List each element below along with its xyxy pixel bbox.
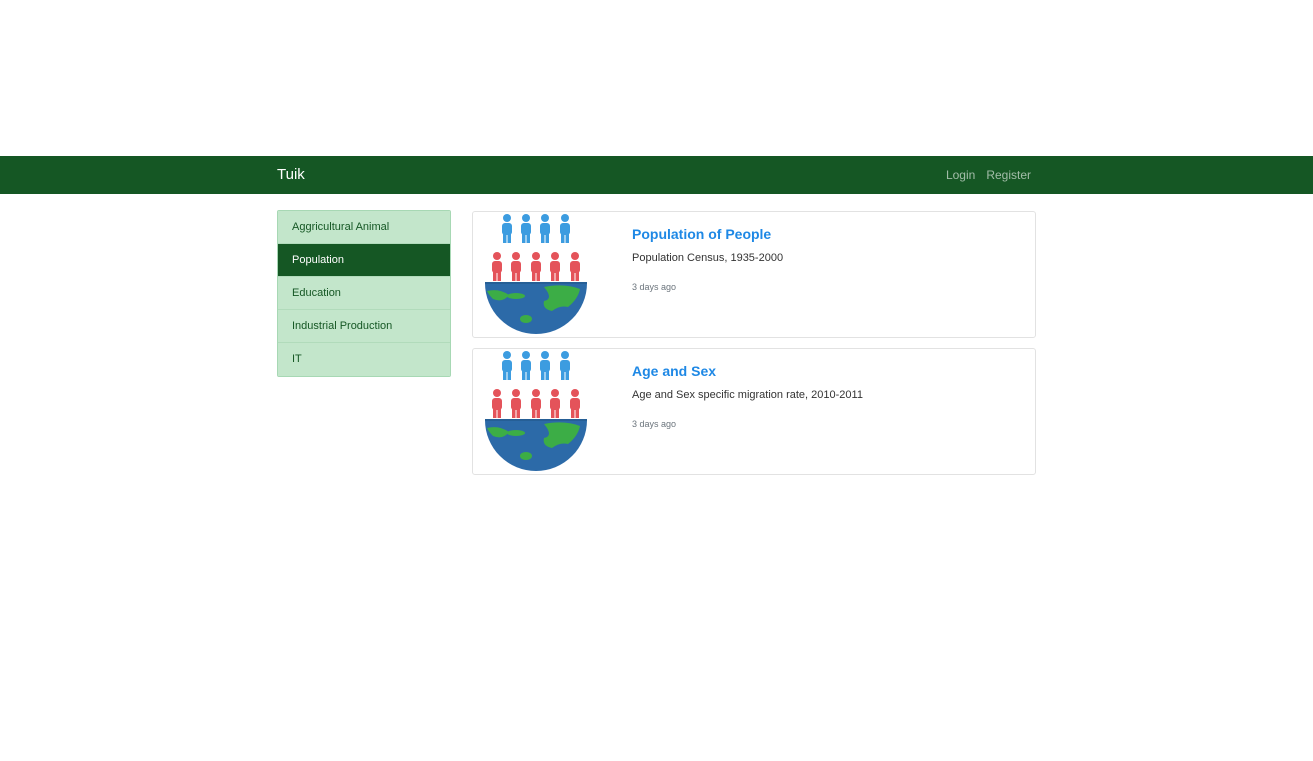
population-globe-icon[interactable] — [474, 350, 599, 474]
category-sidebar: Aggricultural Animal Population Educatio… — [277, 210, 451, 377]
login-link[interactable]: Login — [946, 168, 975, 182]
dataset-card: Population of People Population Census, … — [472, 211, 1036, 338]
sidebar-item-aggricultural-animal[interactable]: Aggricultural Animal — [278, 211, 450, 244]
register-link[interactable]: Register — [986, 168, 1031, 182]
card-description: Population Census, 1935-2000 — [632, 252, 784, 264]
navbar: Tuik Login Register — [0, 156, 1313, 194]
navbar-links: Login Register — [946, 156, 1031, 194]
sidebar-item-industrial-production[interactable]: Industrial Production — [278, 310, 450, 343]
card-body: Age and Sex Age and Sex specific migrati… — [632, 349, 1025, 429]
brand-link[interactable]: Tuik — [277, 156, 305, 194]
sidebar-item-population[interactable]: Population — [278, 244, 450, 277]
card-title-link[interactable]: Age and Sex — [632, 363, 1025, 379]
population-globe-icon[interactable] — [474, 213, 599, 337]
card-body: Population of People Population Census, … — [632, 212, 1025, 292]
card-description: Age and Sex specific migration rate, 201… — [632, 389, 863, 401]
card-title-link[interactable]: Population of People — [632, 226, 1025, 242]
sidebar-item-education[interactable]: Education — [278, 277, 450, 310]
sidebar-item-it[interactable]: IT — [278, 343, 450, 376]
dataset-card: Age and Sex Age and Sex specific migrati… — [472, 348, 1036, 475]
card-timestamp: 3 days ago — [632, 419, 677, 429]
card-timestamp: 3 days ago — [632, 282, 677, 292]
